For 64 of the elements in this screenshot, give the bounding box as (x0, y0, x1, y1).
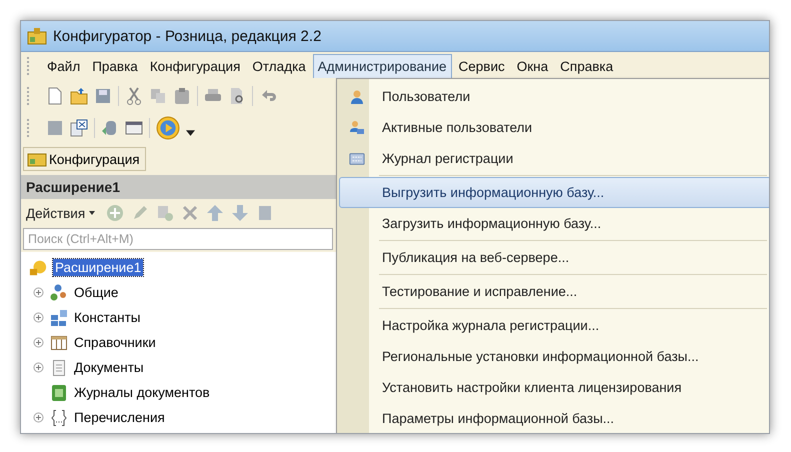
tree-item[interactable]: Расширение1 (53, 259, 144, 276)
tree-item[interactable]: Перечисления (74, 410, 165, 425)
tree-item[interactable]: Общие (74, 285, 118, 300)
actions-menu-button[interactable]: Действия (26, 204, 96, 222)
menu-option[interactable]: Журнал регистрации (339, 143, 769, 174)
folder-icon[interactable] (70, 87, 88, 105)
menu-option[interactable]: Региональные установки информационной базы... (339, 341, 769, 372)
menu-item[interactable]: Отладка (247, 54, 311, 78)
tree-item[interactable]: Константы (74, 310, 140, 325)
tree-item[interactable]: Журналы документов (74, 385, 210, 400)
expand-icon[interactable] (33, 287, 44, 298)
menu-option[interactable]: Публикация на веб-сервере... (339, 242, 769, 273)
expand-icon[interactable] (33, 312, 44, 323)
menu-item[interactable]: Правка (87, 54, 143, 78)
caret-icon (89, 211, 96, 215)
new-document-icon[interactable] (46, 87, 64, 105)
menu-item[interactable]: Справка (555, 54, 618, 78)
expand-icon[interactable] (33, 337, 44, 348)
tree-item[interactable]: Справочники (74, 335, 156, 350)
expand-icon[interactable] (33, 362, 44, 373)
arrow-down-icon[interactable] (231, 204, 250, 222)
menu-option[interactable]: Настройка журнала регистрации... (339, 310, 769, 341)
document-icon (50, 358, 68, 376)
menu-option[interactable]: Установить настройки клиента лицензирования (339, 372, 769, 403)
cut-icon[interactable] (125, 87, 143, 105)
database-icon[interactable] (101, 119, 119, 137)
caret-icon[interactable] (186, 130, 195, 136)
menu-item[interactable]: Конфигурация (144, 54, 246, 78)
copy-icon[interactable] (149, 87, 167, 105)
window-title: Конфигуратор - Розница, редакция 2.2 (53, 28, 322, 44)
add-icon[interactable] (106, 204, 124, 222)
users-computer-icon (349, 120, 365, 136)
menu-item[interactable]: Файл (42, 54, 86, 78)
menu-option[interactable]: Тестирование и исправление... (339, 276, 769, 307)
circles-icon (50, 284, 68, 302)
table-icon (50, 334, 68, 352)
paste-icon[interactable] (173, 87, 191, 105)
pencil-icon[interactable] (131, 204, 150, 222)
window-icon[interactable] (125, 119, 143, 137)
menu-item[interactable]: Окна (512, 54, 554, 78)
search-field[interactable]: Поиск (Ctrl+Alt+M) (23, 228, 333, 250)
expand-icon[interactable] (33, 412, 44, 423)
menu-item[interactable]: Администрирование (312, 54, 452, 78)
menu-option[interactable]: Параметры информационной базы... (339, 403, 769, 433)
compare-icon[interactable] (70, 119, 88, 137)
menu-option[interactable]: Пользователи (339, 81, 769, 112)
journal-icon (50, 384, 68, 402)
blocks-icon (50, 308, 68, 326)
save-icon[interactable] (94, 87, 112, 105)
arrow-up-icon[interactable] (206, 204, 224, 222)
braces-icon (50, 408, 68, 426)
user-icon (349, 88, 365, 104)
log-icon (349, 150, 365, 166)
menu-item[interactable]: Сервис (454, 54, 510, 78)
configuration-tab[interactable]: Конфигурация (23, 147, 146, 171)
tree-item[interactable]: Документы (74, 360, 144, 375)
menu-option[interactable]: Выгрузить информационную базу... (339, 177, 769, 208)
configuration-icon (27, 151, 47, 167)
menu-option[interactable]: Загрузить информационную базу... (339, 208, 769, 239)
play-icon[interactable] (156, 116, 180, 140)
menu-option[interactable]: Активные пользователи (339, 112, 769, 143)
delete-icon[interactable] (181, 204, 200, 222)
panel-title: Расширение1 (26, 179, 120, 195)
app-icon (27, 27, 47, 45)
